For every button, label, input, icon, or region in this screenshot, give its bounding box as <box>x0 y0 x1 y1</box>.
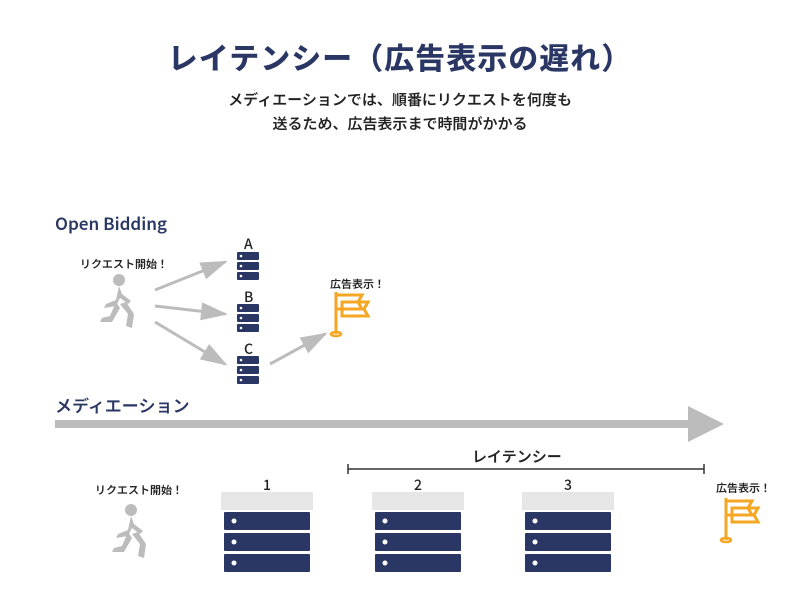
network-1-num: 1 <box>263 475 271 495</box>
runner-icon <box>100 274 134 328</box>
subtitle-line1: メディエーションでは、順番にリクエストを何度も <box>228 89 572 110</box>
runner-icon <box>112 504 146 558</box>
network-3-num: 3 <box>564 475 572 495</box>
network-3-name: ネットワークC <box>520 496 616 511</box>
server-stack-icon <box>237 252 259 280</box>
section-mediation: メディエーション <box>55 392 189 417</box>
flag-icon <box>721 498 758 542</box>
network-1-name: ネットワークA <box>219 496 315 511</box>
arrow-icon <box>155 306 225 314</box>
server-stack-icon <box>375 512 461 572</box>
section-open-bidding: Open Bidding <box>55 210 167 235</box>
network-2-num: 2 <box>414 475 422 495</box>
arrow-icon <box>270 334 325 364</box>
server-stack-icon <box>237 304 259 332</box>
server-stack-icon <box>525 512 611 572</box>
arrow-icon <box>155 322 225 364</box>
page-title: レイテンシー（広告表示の遅れ） <box>0 34 800 78</box>
subtitle-line2: 送るため、広告表示まで時間がかかる <box>272 113 527 134</box>
server-stack-icon <box>237 356 259 384</box>
ad-show-label-bottom: 広告表示！ <box>716 480 771 496</box>
server-stack-icon <box>224 512 310 572</box>
latency-label: レイテンシー <box>472 446 562 467</box>
ad-show-label-top: 広告表示！ <box>330 276 385 292</box>
server-c-label: C <box>244 339 253 359</box>
flag-icon <box>331 292 368 336</box>
request-start-label-top: リクエスト開始！ <box>80 256 168 272</box>
network-2-name: ネットワークB <box>370 496 466 511</box>
server-a-label: A <box>244 234 253 254</box>
page-subtitle: メディエーションでは、順番にリクエストを何度も 送るため、広告表示まで時間がかか… <box>0 88 800 136</box>
server-b-label: B <box>244 287 253 307</box>
request-start-label-bottom: リクエスト開始！ <box>95 482 183 498</box>
